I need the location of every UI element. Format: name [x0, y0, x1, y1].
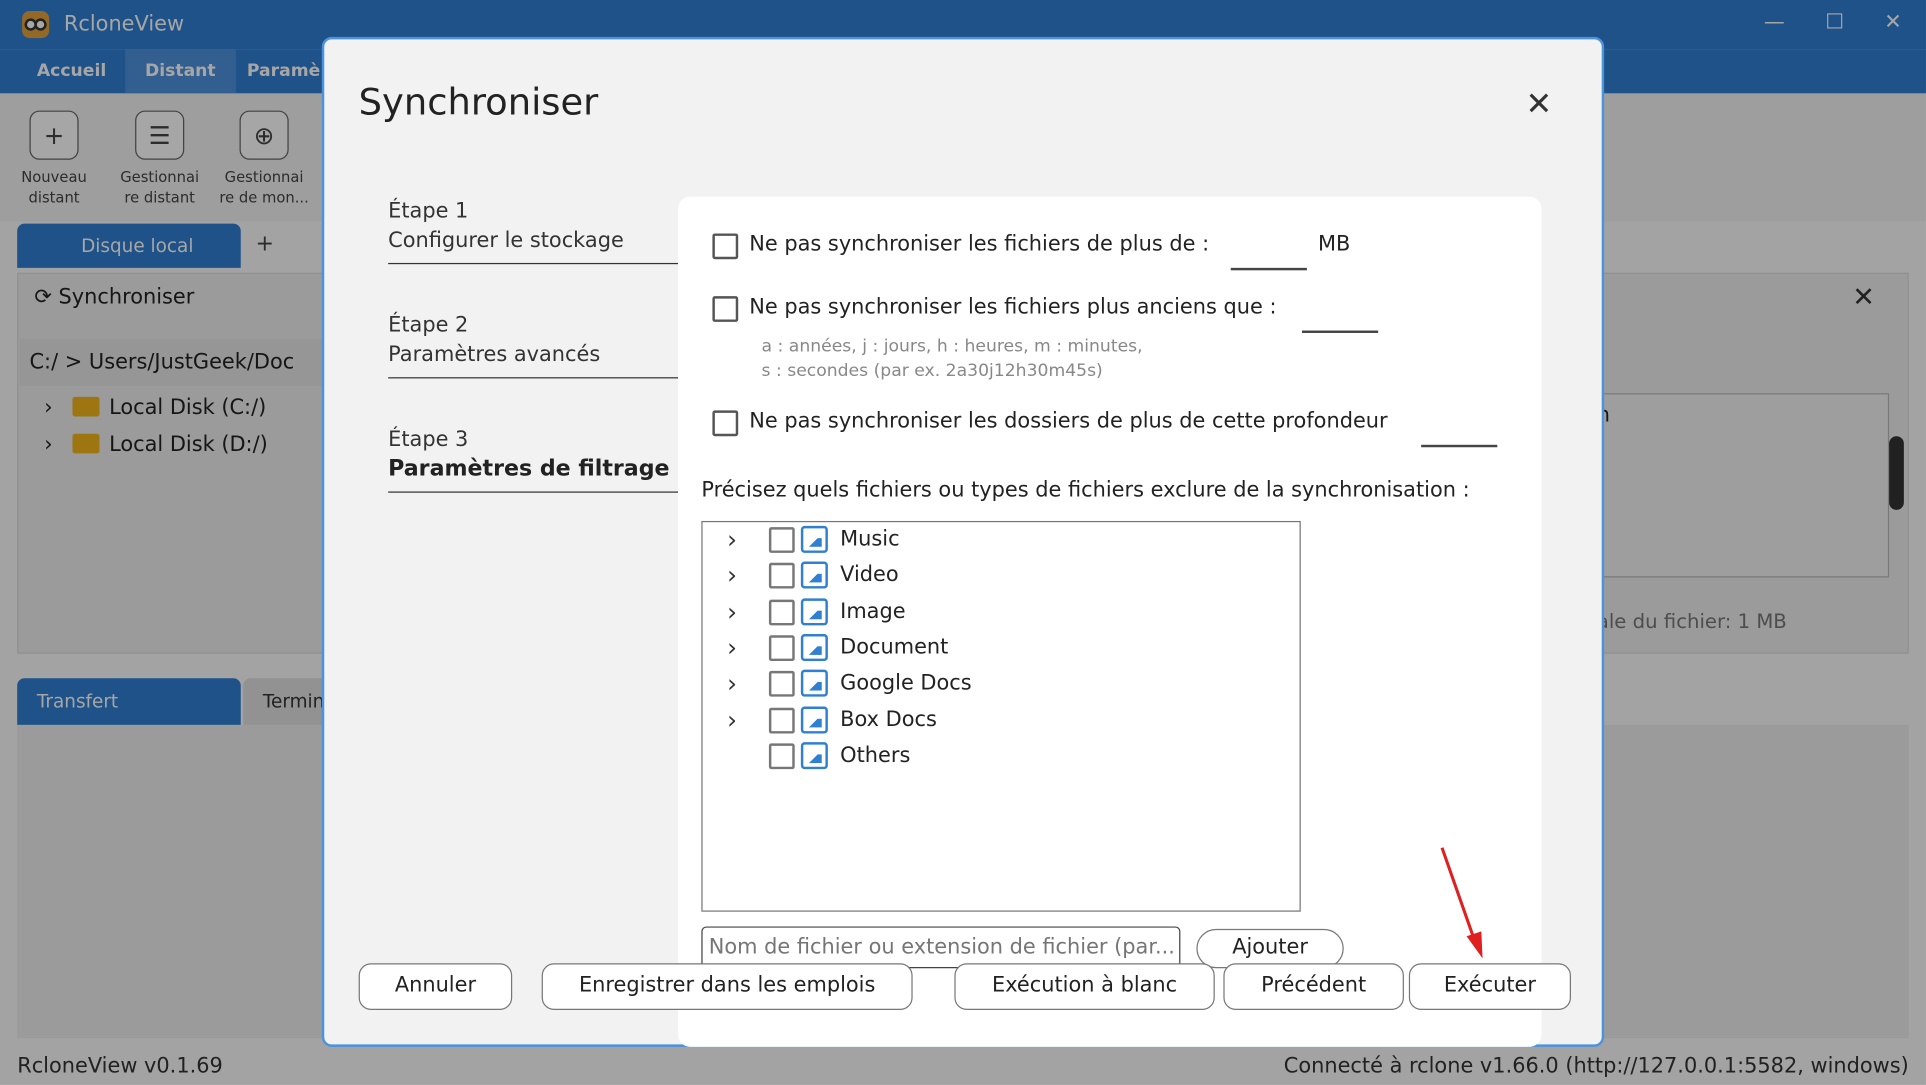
previous-button[interactable]: Précédent: [1223, 963, 1404, 1010]
image-icon: [800, 742, 828, 770]
close-icon[interactable]: ✕: [1526, 86, 1553, 123]
checkbox[interactable]: [768, 670, 795, 697]
tree-item-label: Video: [840, 562, 899, 588]
max-age-hint: a : années, j : jours, h : heures, m : m…: [762, 334, 1143, 383]
max-depth-input[interactable]: [1421, 444, 1498, 447]
chevron-right-icon[interactable]: ›: [727, 703, 737, 737]
tree-item-image[interactable]: › Image: [703, 595, 1299, 629]
image-icon: [800, 669, 828, 697]
max-size-unit: MB: [1317, 232, 1351, 257]
save-job-button[interactable]: Enregistrer dans les emplois: [541, 963, 913, 1010]
checkbox[interactable]: [768, 599, 795, 626]
checkbox[interactable]: [768, 743, 795, 770]
tree-item-video[interactable]: › Video: [703, 558, 1299, 592]
checkbox[interactable]: [768, 527, 795, 553]
checkbox[interactable]: [768, 635, 795, 662]
sync-dialog: Synchroniser ✕ Étape 1 Configurer le sto…: [321, 36, 1605, 1047]
image-icon: [800, 634, 828, 662]
step-name: Configurer le stockage: [388, 228, 624, 254]
step-1[interactable]: Étape 1 Configurer le stockage: [388, 197, 679, 265]
image-icon: [800, 561, 828, 589]
max-size-input[interactable]: [1230, 267, 1307, 270]
run-button[interactable]: Exécuter: [1408, 963, 1571, 1010]
chevron-right-icon[interactable]: ›: [727, 558, 737, 592]
tree-item-label: Music: [840, 527, 900, 552]
chevron-right-icon[interactable]: ›: [727, 630, 737, 664]
dialog-title: Synchroniser: [358, 81, 599, 125]
checkbox[interactable]: [768, 562, 795, 589]
tree-item-google-docs[interactable]: › Google Docs: [703, 666, 1299, 700]
step-2[interactable]: Étape 2 Paramètres avancés: [388, 311, 679, 379]
filter-settings-card: Ne pas synchroniser les fichiers de plus…: [678, 196, 1542, 1047]
step-name: Paramètres de filtrage: [388, 455, 670, 482]
image-icon: [800, 706, 828, 734]
max-age-input[interactable]: [1301, 330, 1379, 333]
step-number: Étape 3: [388, 427, 469, 453]
annotation-arrow-icon: [1440, 847, 1483, 959]
tree-item-label: Google Docs: [840, 670, 972, 696]
step-number: Étape 2: [388, 313, 469, 338]
tree-item-label: Document: [840, 635, 949, 660]
chevron-right-icon[interactable]: ›: [727, 666, 737, 700]
tree-item-label: Others: [840, 743, 911, 768]
image-icon: [800, 525, 828, 553]
tree-item-box-docs[interactable]: › Box Docs: [703, 703, 1299, 737]
exclude-label: Précisez quels fichiers ou types de fich…: [701, 477, 1470, 503]
file-pattern-input[interactable]: [701, 926, 1181, 969]
tree-item-others[interactable]: Others: [703, 738, 1299, 772]
tree-item-label: Box Docs: [840, 707, 937, 733]
max-depth-label: Ne pas synchroniser les dossiers de plus…: [749, 409, 1388, 434]
chevron-right-icon[interactable]: ›: [727, 522, 737, 556]
file-type-tree: › Music › Video › Image › Document › Goo…: [701, 520, 1301, 912]
max-depth-checkbox[interactable]: [712, 410, 739, 437]
max-size-label: Ne pas synchroniser les fichiers de plus…: [749, 232, 1210, 257]
tree-item-document[interactable]: › Document: [703, 630, 1299, 664]
image-icon: [800, 598, 828, 626]
step-number: Étape 1: [388, 199, 469, 224]
tree-item-music[interactable]: › Music: [703, 522, 1299, 556]
checkbox[interactable]: [768, 707, 795, 734]
dry-run-button[interactable]: Exécution à blanc: [954, 963, 1215, 1010]
step-name: Paramètres avancés: [388, 342, 601, 368]
tree-item-label: Image: [840, 599, 906, 625]
cancel-button[interactable]: Annuler: [358, 963, 513, 1010]
max-size-checkbox[interactable]: [712, 233, 739, 260]
hint-line: a : années, j : jours, h : heures, m : m…: [761, 336, 1143, 357]
step-3[interactable]: Étape 3 Paramètres de filtrage: [388, 425, 679, 493]
hint-line: s : secondes (par ex. 2a30j12h30m45s): [761, 361, 1103, 381]
max-age-checkbox[interactable]: [712, 296, 739, 322]
max-age-label: Ne pas synchroniser les fichiers plus an…: [749, 294, 1277, 320]
chevron-right-icon[interactable]: ›: [727, 595, 737, 629]
